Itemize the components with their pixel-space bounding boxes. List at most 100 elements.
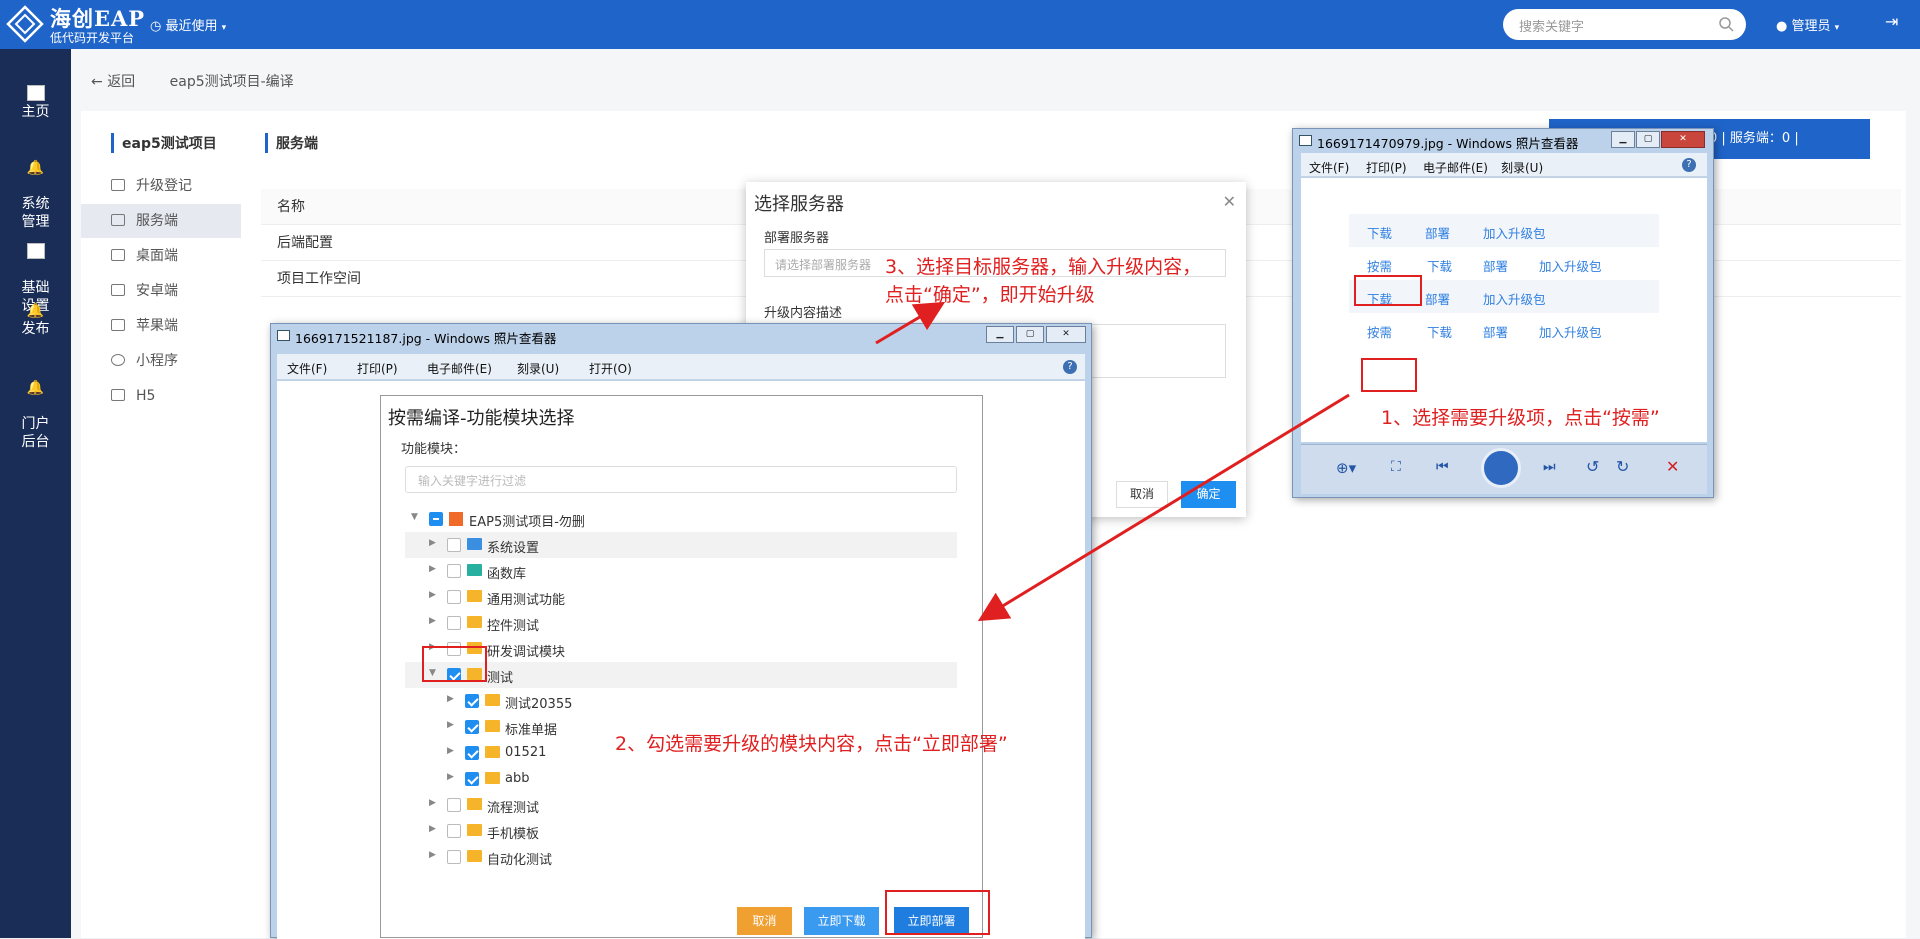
expand-icon[interactable]: ▶ (447, 720, 454, 730)
rotate-left-icon[interactable]: ↺ (1586, 457, 1599, 476)
minimize-button[interactable]: ▁ (1611, 131, 1635, 148)
nav-item-system[interactable]: 🔔 系统 管理 (0, 141, 71, 231)
checkbox[interactable] (447, 538, 461, 552)
download-link[interactable]: 下载 (1427, 322, 1452, 341)
deploy-link[interactable]: 部署 (1483, 322, 1508, 341)
tree-node[interactable]: ▶ 流程测试 (405, 792, 957, 818)
tree-node[interactable]: ▼ 测试 (405, 662, 957, 688)
deploy-link[interactable]: 部署 (1425, 289, 1450, 308)
minimize-button[interactable]: ▁ (986, 326, 1014, 343)
expand-icon[interactable]: ▼ (411, 512, 418, 522)
tree-node[interactable]: ▶ 手机模板 (405, 818, 957, 844)
delete-icon[interactable]: ✕ (1666, 457, 1679, 476)
checkbox[interactable] (429, 512, 443, 526)
menu-file[interactable]: 文件(F) (287, 360, 327, 377)
close-button[interactable]: ✕ (1661, 131, 1705, 148)
tree-node[interactable]: ▶ 通用测试功能 (405, 584, 957, 610)
deploy-link[interactable]: 部署 (1425, 223, 1450, 242)
rotate-right-icon[interactable]: ↻ (1616, 457, 1629, 476)
sidebar-item-server[interactable]: 服务端 (81, 204, 241, 238)
cancel-button[interactable]: 取消 (737, 907, 792, 935)
maximize-button[interactable]: ▢ (1636, 131, 1660, 148)
menu-open[interactable]: 打开(O) (589, 360, 632, 377)
fit-icon[interactable]: ⛶ (1391, 459, 1401, 475)
tree-node[interactable]: ▶ 函数库 (405, 558, 957, 584)
checkbox[interactable] (447, 590, 461, 604)
checkbox[interactable] (447, 798, 461, 812)
add-package-link[interactable]: 加入升级包 (1483, 223, 1546, 242)
deploy-link[interactable]: 部署 (1483, 256, 1508, 275)
menu-file[interactable]: 文件(F) (1309, 159, 1349, 176)
menu-burn[interactable]: 刻录(U) (517, 360, 559, 377)
tree-node[interactable]: ▶ abb (405, 766, 957, 792)
nav-item-home[interactable]: 主页 (0, 85, 71, 121)
maximize-button[interactable]: ▢ (1016, 326, 1044, 343)
expand-icon[interactable]: ▶ (447, 772, 454, 782)
filter-input[interactable]: 输入关键字进行过滤 (405, 466, 957, 493)
expand-icon[interactable]: ▶ (429, 590, 436, 600)
menu-print[interactable]: 打印(P) (1366, 159, 1407, 176)
ondemand-link[interactable]: 按需 (1367, 322, 1392, 341)
add-package-link[interactable]: 加入升级包 (1483, 289, 1546, 308)
checkbox[interactable] (465, 694, 479, 708)
back-link[interactable]: ← 返回 (91, 74, 135, 90)
close-button[interactable]: ✕ (1046, 326, 1086, 343)
ondemand-link[interactable]: 按需 (1367, 256, 1392, 275)
tree-node[interactable]: ▶ 研发调试模块 (405, 636, 957, 662)
checkbox[interactable] (465, 772, 479, 786)
recent-menu[interactable]: ◷ 最近使用 ▾ (150, 15, 226, 34)
help-icon[interactable]: ? (1063, 360, 1077, 374)
slideshow-icon[interactable] (1481, 448, 1521, 488)
menu-email[interactable]: 电子邮件(E) (1423, 159, 1488, 176)
confirm-button[interactable]: 确定 (1181, 481, 1236, 508)
next-icon[interactable]: ⏭ (1543, 459, 1556, 475)
search-input[interactable]: 搜索关键字 (1503, 9, 1746, 40)
expand-icon[interactable]: ▶ (447, 694, 454, 704)
expand-icon[interactable]: ▶ (429, 850, 436, 860)
tree-node[interactable]: ▶ 控件测试 (405, 610, 957, 636)
tree-node[interactable]: ▶ 自动化测试 (405, 844, 957, 870)
search-icon[interactable] (1718, 16, 1734, 32)
sidebar-item-miniprogram[interactable]: 小程序 (81, 344, 241, 378)
expand-icon[interactable]: ▶ (429, 824, 436, 834)
menu-print[interactable]: 打印(P) (357, 360, 398, 377)
sidebar-item-register[interactable]: 升级登记 (81, 169, 241, 203)
expand-icon[interactable]: ▶ (429, 564, 436, 574)
add-package-link[interactable]: 加入升级包 (1539, 322, 1602, 341)
tree-node[interactable]: ▼ EAP5测试项目-勿删 (405, 506, 957, 532)
annotation-step-3-line2: 点击“确定”，即开始升级 (885, 284, 1095, 306)
tree-node[interactable]: ▶ 测试20355 (405, 688, 957, 714)
user-menu[interactable]: ● 管理员 ▾ (1776, 15, 1839, 34)
checkbox[interactable] (447, 824, 461, 838)
sidebar-item-apple[interactable]: 苹果端 (81, 309, 241, 343)
photo-viewer-window-1: 1669171470979.jpg - Windows 照片查看器 ▁ ▢ ✕ … (1292, 128, 1714, 498)
previous-icon[interactable]: ⏮ (1436, 459, 1449, 475)
expand-icon[interactable]: ▶ (429, 538, 436, 548)
expand-icon[interactable]: ▶ (429, 798, 436, 808)
expand-icon[interactable]: ▶ (429, 616, 436, 626)
close-icon[interactable]: ✕ (1223, 192, 1236, 211)
zoom-icon[interactable]: ⊕▾ (1336, 459, 1356, 477)
checkbox[interactable] (447, 564, 461, 578)
checkbox[interactable] (465, 720, 479, 734)
sidebar-item-android[interactable]: 安卓端 (81, 274, 241, 308)
nav-item-portal[interactable]: 🔔 门户 后台 (0, 361, 71, 451)
download-link[interactable]: 下载 (1427, 256, 1452, 275)
checkbox[interactable] (447, 850, 461, 864)
tree-node[interactable]: ▶ 系统设置 (405, 532, 957, 558)
sidebar-item-h5[interactable]: H5 (81, 379, 241, 413)
cancel-button[interactable]: 取消 (1116, 481, 1168, 508)
download-link[interactable]: 下载 (1367, 223, 1392, 242)
help-icon[interactable]: ? (1682, 158, 1696, 172)
menu-burn[interactable]: 刻录(U) (1501, 159, 1543, 176)
logout-icon[interactable]: ⇥ (1885, 12, 1898, 31)
logo[interactable]: 海创EAP 低代码开发平台 (6, 3, 146, 47)
checkbox[interactable] (447, 616, 461, 630)
checkbox[interactable] (465, 746, 479, 760)
download-now-button[interactable]: 立即下载 (804, 907, 879, 935)
nav-item-publish[interactable]: 🔔 发布 (0, 302, 71, 338)
menu-email[interactable]: 电子邮件(E) (427, 360, 492, 377)
add-package-link[interactable]: 加入升级包 (1539, 256, 1602, 275)
expand-icon[interactable]: ▶ (447, 746, 454, 756)
sidebar-item-desktop[interactable]: 桌面端 (81, 239, 241, 273)
